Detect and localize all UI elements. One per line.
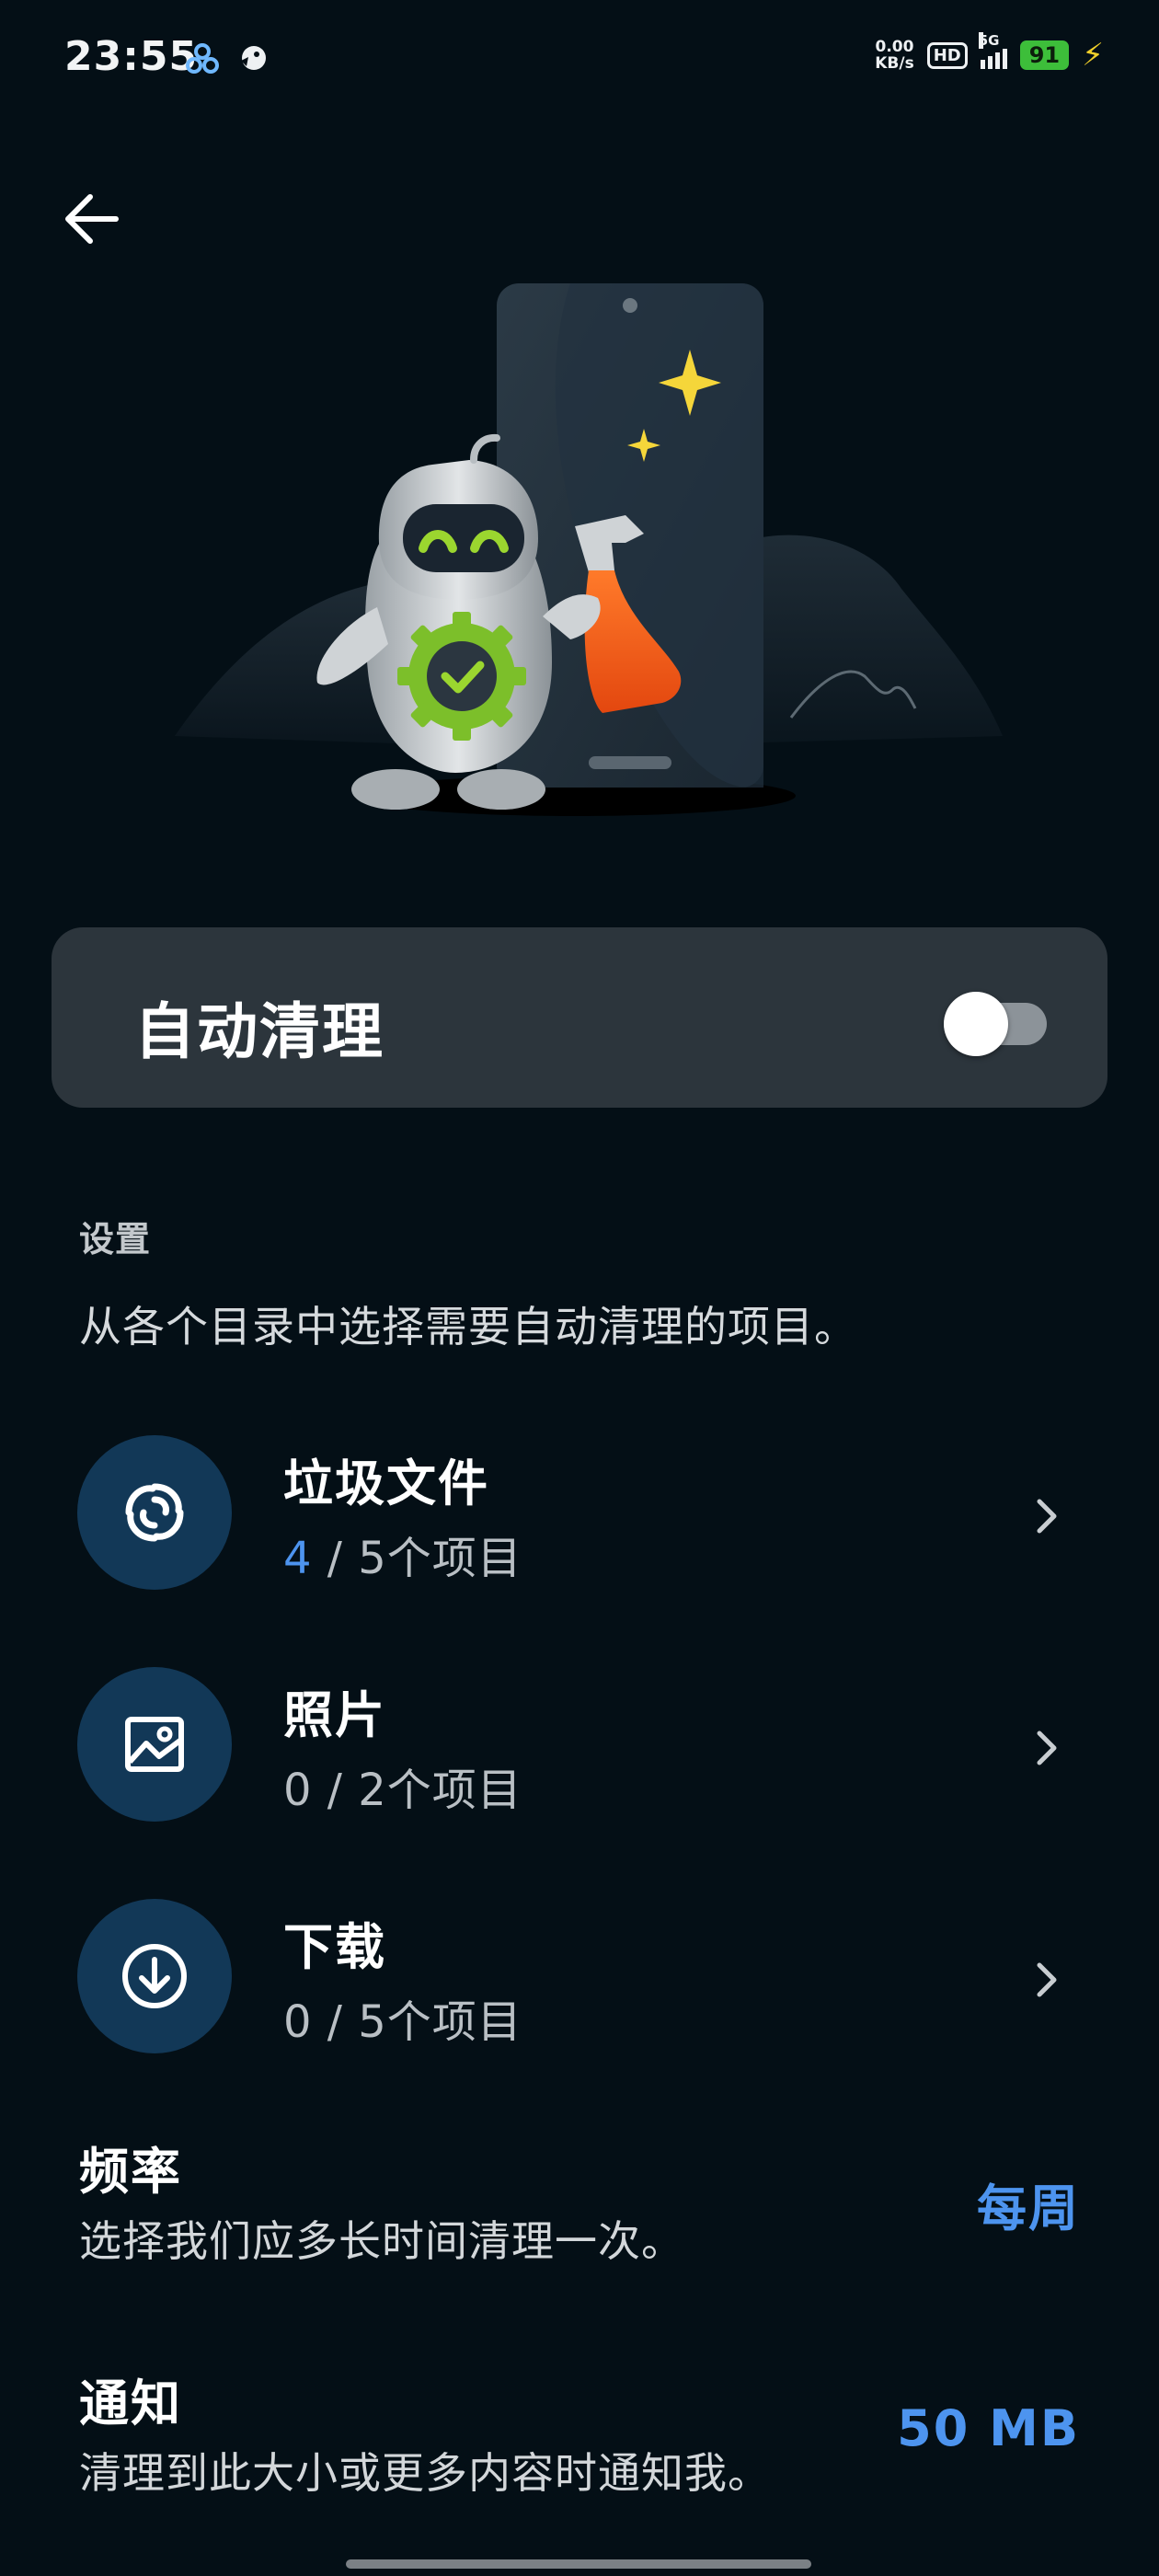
chevron-right-icon: [1037, 1962, 1057, 1997]
photo-icon: [125, 1717, 184, 1772]
junk-files-selected: 4: [283, 1533, 313, 1584]
home-indicator[interactable]: [346, 2559, 811, 2569]
status-notification-icons: [184, 40, 270, 77]
downloads-selected: 0: [283, 1996, 313, 2048]
auto-clean-toggle[interactable]: [914, 992, 1076, 1056]
notification-title: 通知: [79, 2375, 182, 2432]
back-button[interactable]: [55, 184, 129, 258]
signal-label: 5G: [978, 32, 1000, 49]
photos-separator: /: [312, 1765, 359, 1816]
net-speed-unit: KB/s: [875, 54, 914, 73]
auto-clean-card[interactable]: 自动清理: [52, 927, 1107, 1108]
hd-icon: HD: [926, 41, 968, 69]
downloads-icon-circle: [77, 1899, 232, 2053]
category-photos[interactable]: 照片 0 / 2个项目: [0, 1647, 1159, 1831]
downloads-total: 5个项目: [358, 1996, 522, 2048]
status-system-icons: 0.00 KB/s HD 5G 91 ⚡: [875, 32, 1104, 74]
signal-icon: 5G: [978, 32, 1007, 69]
arrow-left-icon: [65, 194, 119, 244]
status-time: 23:55: [64, 33, 199, 80]
photos-total: 2个项目: [358, 1765, 522, 1816]
junk-files-title: 垃圾文件: [283, 1455, 489, 1512]
junk-files-count: 4 / 5个项目: [283, 1522, 522, 1586]
net-speed: 0.00 KB/s: [875, 39, 913, 72]
frequency-title: 频率: [79, 2143, 182, 2201]
settings-description: 从各个目录中选择需要自动清理的项目。: [79, 1302, 857, 1351]
photos-count: 0 / 2个项目: [283, 1754, 522, 1818]
notification-value[interactable]: 50 MB: [897, 2399, 1080, 2457]
auto-clean-label: 自动清理: [134, 996, 384, 1067]
downloads-count: 0 / 5个项目: [283, 1985, 522, 2050]
category-junk-files[interactable]: 垃圾文件 4 / 5个项目: [0, 1415, 1159, 1599]
app-notification-icon: [186, 43, 219, 74]
bird-notification-icon: [241, 46, 266, 70]
settings-heading: 设置: [79, 1219, 152, 1259]
frequency-setting[interactable]: 频率 选择我们应多长时间清理一次。 每周: [0, 2116, 1159, 2282]
downloads-title: 下载: [283, 1918, 386, 1976]
download-icon: [122, 1944, 187, 2008]
charging-icon: ⚡: [1082, 37, 1104, 74]
photos-title: 照片: [283, 1686, 386, 1744]
junk-files-separator: /: [312, 1533, 359, 1584]
hero-illustration: [147, 267, 1030, 837]
toggle-knob: [944, 992, 1008, 1056]
junk-icon-circle: [77, 1435, 232, 1590]
photos-selected: 0: [283, 1765, 313, 1816]
junk-files-total: 5个项目: [358, 1533, 522, 1584]
category-downloads[interactable]: 下载 0 / 5个项目: [0, 1879, 1159, 2063]
notification-description: 清理到此大小或更多内容时通知我。: [79, 2448, 771, 2498]
chevron-right-icon: [1037, 1499, 1057, 1534]
frequency-description: 选择我们应多长时间清理一次。: [79, 2216, 684, 2266]
junk-swirl-icon: [125, 1483, 184, 1542]
chevron-right-icon: [1037, 1731, 1057, 1765]
notification-setting[interactable]: 通知 清理到此大小或更多内容时通知我。 50 MB: [0, 2348, 1159, 2513]
photos-icon-circle: [77, 1667, 232, 1822]
battery-icon: 91: [1019, 40, 1070, 70]
frequency-value[interactable]: 每周: [977, 2168, 1080, 2240]
downloads-separator: /: [312, 1996, 359, 2048]
net-speed-value: 0.00: [875, 38, 914, 56]
robot-cleaning-illustration: [175, 283, 1003, 816]
